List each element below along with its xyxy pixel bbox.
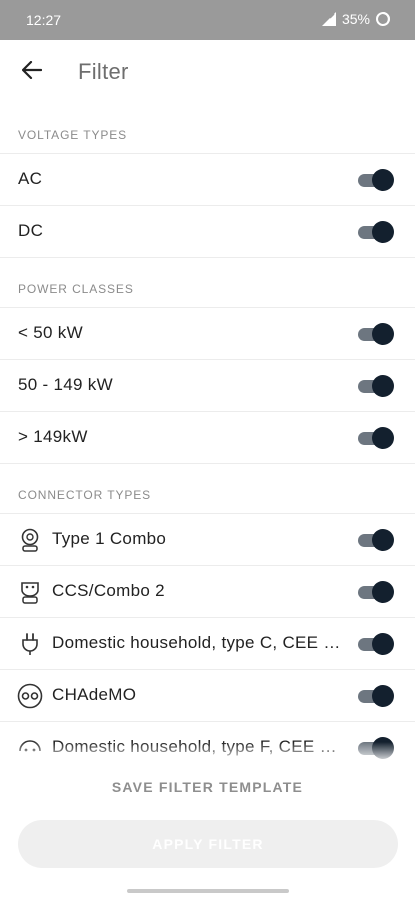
filter-row-under-50kw: < 50 kW <box>0 308 415 360</box>
filter-row-dc: DC <box>0 206 415 258</box>
toggle-switch-over-149kw[interactable] <box>358 427 394 449</box>
signal-icon <box>321 12 337 26</box>
filter-label: CCS/Combo 2 <box>52 581 165 600</box>
ccs-combo2-connector-icon <box>17 579 43 605</box>
filter-row-ac: AC <box>0 154 415 206</box>
filter-label: 50 - 149 kW <box>18 375 113 394</box>
toggle-switch-type1-combo[interactable] <box>358 529 394 551</box>
toggle-switch-ccs-combo2[interactable] <box>358 581 394 603</box>
toggle-switch-under-50kw[interactable] <box>358 323 394 345</box>
apply-filter-button[interactable]: APPLY FILTER <box>18 820 398 868</box>
toggle-switch-ac[interactable] <box>358 169 394 191</box>
filter-label: < 50 kW <box>18 323 83 342</box>
toggle-switch-dc[interactable] <box>358 221 394 243</box>
chademo-connector-icon <box>17 683 43 709</box>
section-header-voltage: VOLTAGE TYPES <box>0 104 415 154</box>
type1-combo-connector-icon <box>17 527 43 553</box>
save-filter-template-button[interactable]: SAVE FILTER TEMPLATE <box>0 779 415 795</box>
filter-row-ccs-combo2: CCS/Combo 2 <box>0 566 415 618</box>
battery-text: 35% <box>341 11 370 27</box>
filter-label: DC <box>18 221 44 240</box>
toggle-switch-type-c[interactable] <box>358 633 394 655</box>
plug-icon <box>17 631 43 657</box>
toggle-switch-50-149kw[interactable] <box>358 375 394 397</box>
filter-row-type-c: Domestic household, type C, CEE 7/16 <box>0 618 415 670</box>
back-button[interactable] <box>14 54 50 90</box>
battery-icon <box>375 11 391 27</box>
filter-label: Domestic household, type C, CEE 7/16 <box>52 633 344 652</box>
arrow-left-icon <box>21 60 43 84</box>
page-title: Filter <box>78 59 129 84</box>
filter-list[interactable]: VOLTAGE TYPES AC DC POWER CLASSES < 50 k… <box>0 104 415 760</box>
filter-label: AC <box>18 169 43 188</box>
scroll-fade <box>0 742 415 764</box>
filter-row-50-149kw: 50 - 149 kW <box>0 360 415 412</box>
filter-label: > 149kW <box>18 427 88 446</box>
status-time: 12:27 <box>26 12 62 28</box>
filter-row-over-149kw: > 149kW <box>0 412 415 464</box>
toggle-switch-chademo[interactable] <box>358 685 394 707</box>
filter-label: CHAdeMO <box>52 685 137 704</box>
filter-label: Type 1 Combo <box>52 529 167 548</box>
gesture-nav-handle[interactable] <box>127 889 289 893</box>
app-header: Filter <box>0 40 415 104</box>
status-icons: 35% <box>321 11 391 27</box>
filter-row-chademo: CHAdeMO <box>0 670 415 722</box>
filter-row-type1-combo: Type 1 Combo <box>0 514 415 566</box>
section-header-power: POWER CLASSES <box>0 258 415 308</box>
status-bar: 12:27 35% <box>0 0 415 40</box>
section-header-connectors: CONNECTOR TYPES <box>0 464 415 514</box>
